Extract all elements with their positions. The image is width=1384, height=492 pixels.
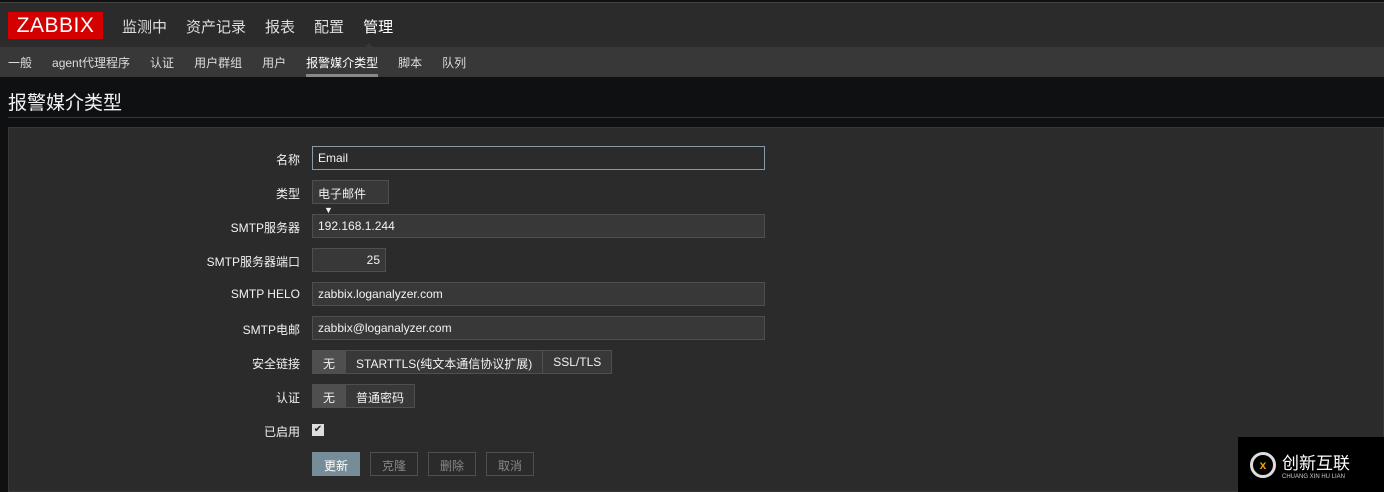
security-none[interactable]: 无 <box>313 351 347 373</box>
divider <box>8 117 1384 118</box>
update-button[interactable]: 更新 <box>312 452 361 476</box>
media-type-form: 名称 Email 类型 电子邮件 ▼ SMTP服务器 192.168.1.244… <box>8 127 1384 492</box>
security-label: 安全链接 <box>251 357 300 371</box>
auth-password[interactable]: 普通密码 <box>346 385 414 407</box>
auth-none[interactable]: 无 <box>313 385 347 407</box>
top-bar: ZABBIX 监测中 资产记录 报表 配置 管理 <box>0 2 1384 49</box>
subnav-user-groups[interactable]: 用户群组 <box>194 54 242 77</box>
page-title: 报警媒介类型 <box>8 93 123 114</box>
smtp-email-label: SMTP电邮 <box>242 323 300 337</box>
name-label: 名称 <box>275 153 300 167</box>
subnav-scripts[interactable]: 脚本 <box>398 54 422 77</box>
type-value: 电子邮件 <box>318 187 367 201</box>
sub-nav: 一般 agent代理程序 认证 用户群组 用户 报警媒介类型 脚本 队列 <box>8 54 466 77</box>
smtp-server-label: SMTP服务器 <box>230 221 300 235</box>
clone-button[interactable]: 克隆 <box>370 452 419 476</box>
nav-reports[interactable]: 报表 <box>265 16 295 37</box>
security-starttls[interactable]: STARTTLS(纯文本通信协议扩展) <box>346 351 544 373</box>
cancel-button[interactable]: 取消 <box>486 452 535 476</box>
smtp-helo-input[interactable]: zabbix.loganalyzer.com <box>312 282 765 306</box>
main-nav: 监测中 资产记录 报表 配置 管理 <box>122 16 393 37</box>
zabbix-logo[interactable]: ZABBIX <box>8 12 103 39</box>
nav-administration[interactable]: 管理 <box>363 16 393 37</box>
smtp-helo-label: SMTP HELO <box>230 287 300 301</box>
name-input[interactable]: Email <box>312 146 765 170</box>
smtp-server-input[interactable]: 192.168.1.244 <box>312 214 765 238</box>
subnav-proxies[interactable]: agent代理程序 <box>52 54 130 77</box>
smtp-port-label: SMTP服务器端口 <box>206 255 300 269</box>
smtp-email-input[interactable]: zabbix@loganalyzer.com <box>312 316 765 340</box>
enabled-checkbox[interactable]: ✔ <box>312 424 324 436</box>
type-select[interactable]: 电子邮件 ▼ <box>312 180 389 215</box>
auth-radio-group: 无 普通密码 <box>312 384 416 408</box>
nav-inventory[interactable]: 资产记录 <box>186 16 246 37</box>
smtp-port-input[interactable]: 25 <box>312 248 386 272</box>
subnav-authentication[interactable]: 认证 <box>150 54 174 77</box>
watermark-logo-icon: x <box>1250 451 1276 478</box>
subnav-media-types[interactable]: 报警媒介类型 <box>306 54 379 77</box>
watermark-title: 创新互联 <box>1282 454 1350 473</box>
watermark-subtitle: CHUANG XIN HU LIAN <box>1282 474 1346 480</box>
watermark: x 创新互联 CHUANG XIN HU LIAN <box>1238 437 1384 492</box>
nav-monitoring[interactable]: 监测中 <box>122 16 167 37</box>
auth-label: 认证 <box>275 391 300 405</box>
subnav-queue[interactable]: 队列 <box>442 54 466 77</box>
sub-bar: 一般 agent代理程序 认证 用户群组 用户 报警媒介类型 脚本 队列 <box>0 47 1384 77</box>
subnav-users[interactable]: 用户 <box>262 54 286 77</box>
security-ssl-tls[interactable]: SSL/TLS <box>543 351 611 373</box>
security-radio-group: 无 STARTTLS(纯文本通信协议扩展) SSL/TLS <box>312 350 613 374</box>
delete-button[interactable]: 删除 <box>428 452 477 476</box>
subnav-general[interactable]: 一般 <box>8 54 32 77</box>
enabled-label: 已启用 <box>263 425 300 439</box>
type-label: 类型 <box>275 187 300 201</box>
nav-configuration[interactable]: 配置 <box>314 16 344 37</box>
